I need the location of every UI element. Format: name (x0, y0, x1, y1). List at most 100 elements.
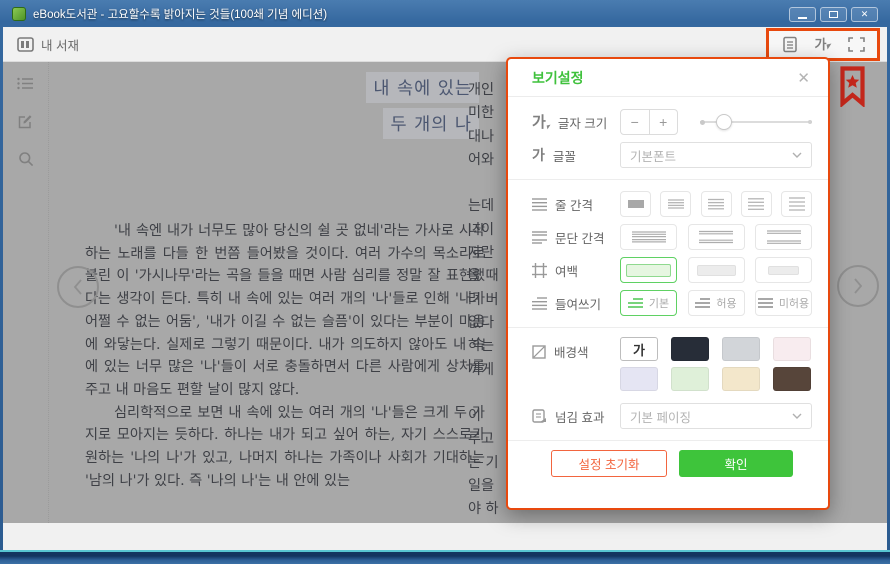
bg-swatch-pink[interactable] (773, 337, 811, 361)
line-spacing-option-5[interactable] (781, 191, 812, 217)
view-settings-icon[interactable]: 가 (811, 33, 835, 57)
paragraph-spacing-icon (532, 231, 547, 244)
paragraph-spacing-option-2[interactable] (688, 224, 745, 250)
line-spacing-option-1[interactable] (620, 191, 651, 217)
page-effect-row: 넘김 효과 기본 페이징 (532, 401, 812, 431)
left-page-text: '내 속엔 내가 너무도 많아 당신의 쉴 곳 없네'라는 가사로 시작하는 노… (85, 220, 485, 492)
close-icon: ✕ (861, 10, 869, 19)
background-color-row: 배경색 가 (532, 337, 812, 391)
font-family-value: 기본폰트 (630, 146, 676, 165)
panel-title: 보기설정 (532, 68, 584, 88)
font-size-slider[interactable] (700, 112, 812, 132)
margin-option-3[interactable] (755, 257, 812, 283)
bg-swatch-dark[interactable] (671, 337, 709, 361)
page-effect-icon (532, 409, 547, 423)
divider (508, 179, 828, 180)
indent-disallow-icon (758, 298, 773, 309)
reader-sidebar (3, 62, 49, 523)
indent-default-icon (628, 298, 643, 309)
paragraph: '내 속엔 내가 너무도 많아 당신의 쉴 곳 없네'라는 가사로 시작하는 노… (85, 220, 485, 402)
reset-settings-button[interactable]: 설정 초기화 (551, 450, 667, 477)
font-size-decrease-button[interactable]: − (621, 110, 650, 134)
confirm-button[interactable]: 확인 (679, 450, 793, 477)
font-family-label: 글꼴 (553, 146, 576, 165)
window-title: eBook도서관 - 고요할수록 밝아지는 것들(100쇄 기념 에디션) (33, 6, 782, 22)
paragraph: 심리학적으로 보면 내 속에 있는 여러 개의 '나'들은 크게 두 가지로 모… (85, 402, 485, 493)
paragraph-spacing-row: 문단 간격 (532, 222, 812, 252)
chevron-left-icon (71, 278, 85, 296)
indent-option-allow[interactable]: 허용 (688, 290, 745, 316)
background-color-icon (532, 345, 546, 359)
font-size-increase-button[interactable]: + (650, 110, 678, 134)
previous-page-button[interactable] (57, 266, 99, 308)
divider (508, 327, 828, 328)
font-size-label: 글자 크기 (558, 113, 607, 132)
line-spacing-label: 줄 간격 (555, 195, 593, 214)
app-icon (12, 7, 26, 21)
margin-option-1-selected[interactable] (620, 257, 677, 283)
font-size-stepper: − + (620, 109, 678, 135)
panel-close-icon[interactable]: ✕ (793, 67, 814, 89)
view-settings-panel: 보기설정 ✕ 가 글자 크기 − + (506, 57, 830, 510)
margin-row: 여백 (532, 255, 812, 285)
margin-option-2[interactable] (688, 257, 745, 283)
background-color-label: 배경색 (554, 342, 589, 361)
bg-swatch-brown[interactable] (773, 367, 811, 391)
chevron-down-icon (792, 152, 802, 158)
line-spacing-option-4[interactable] (741, 191, 772, 217)
title-bar: eBook도서관 - 고요할수록 밝아지는 것들(100쇄 기념 에디션) ✕ (3, 2, 887, 26)
margin-label: 여백 (555, 261, 578, 280)
bg-swatch-white[interactable]: 가 (620, 337, 658, 361)
maximize-button[interactable] (820, 7, 847, 22)
paragraph-spacing-option-1[interactable] (620, 224, 677, 250)
paragraph-spacing-option-3[interactable] (755, 224, 812, 250)
panel-header: 보기설정 ✕ (508, 59, 828, 97)
chapter-title-line-1: 내 속에 있는 (366, 72, 479, 103)
chevron-down-icon (792, 413, 802, 419)
page-effect-dropdown[interactable]: 기본 페이징 (620, 403, 812, 429)
note-edit-icon[interactable] (17, 112, 34, 130)
toc-icon[interactable] (17, 74, 34, 92)
my-library-button[interactable]: 내 서재 (17, 35, 79, 54)
my-library-label: 내 서재 (41, 35, 79, 54)
library-icon (17, 35, 34, 53)
font-size-slider-knob[interactable] (716, 114, 732, 130)
maximize-icon (829, 11, 838, 18)
page-effect-label: 넘김 효과 (555, 407, 604, 426)
chevron-right-icon (851, 277, 865, 295)
bg-swatch-lavender[interactable] (620, 367, 658, 391)
cursor-arrow-icon (827, 44, 833, 50)
chapter-title: 내 속에 있는 두 개의 나 (63, 72, 479, 144)
close-button[interactable]: ✕ (851, 7, 878, 22)
bg-swatch-gray[interactable] (722, 337, 760, 361)
paragraph-spacing-label: 문단 간격 (555, 228, 604, 247)
fullscreen-icon[interactable] (844, 33, 868, 57)
indent-option-disallow[interactable]: 미허용 (755, 290, 812, 316)
chapter-title-line-2: 두 개의 나 (383, 108, 479, 139)
line-spacing-option-3[interactable] (701, 191, 732, 217)
indent-row: 들여쓰기 기본 허용 미허용 (532, 288, 812, 318)
background-swatch-grid: 가 (620, 337, 811, 391)
bg-swatch-cream[interactable] (722, 367, 760, 391)
indent-icon (532, 297, 547, 310)
next-page-button[interactable] (837, 265, 879, 307)
font-size-row: 가 글자 크기 − + (532, 107, 812, 137)
font-family-dropdown[interactable]: 기본폰트 (620, 142, 812, 168)
slider-start-dot (700, 120, 705, 125)
panel-body: 가 글자 크기 − + (508, 97, 828, 477)
search-icon[interactable] (18, 150, 34, 168)
minimize-icon (798, 17, 807, 19)
bookmark-ribbon-icon[interactable] (840, 66, 865, 112)
font-family-row: 가 글꼴 기본폰트 (532, 140, 812, 170)
line-spacing-row: 줄 간격 (532, 189, 812, 219)
font-family-icon: 가 (532, 148, 545, 162)
bg-swatch-green[interactable] (671, 367, 709, 391)
page-view-icon[interactable] (778, 33, 802, 57)
minimize-button[interactable] (789, 7, 816, 22)
window-controls: ✕ (789, 7, 878, 22)
margin-icon (532, 263, 547, 278)
panel-action-buttons: 설정 초기화 확인 (532, 450, 812, 477)
indent-option-default-selected[interactable]: 기본 (620, 290, 677, 316)
indent-label: 들여쓰기 (555, 294, 601, 313)
line-spacing-option-2[interactable] (660, 191, 691, 217)
